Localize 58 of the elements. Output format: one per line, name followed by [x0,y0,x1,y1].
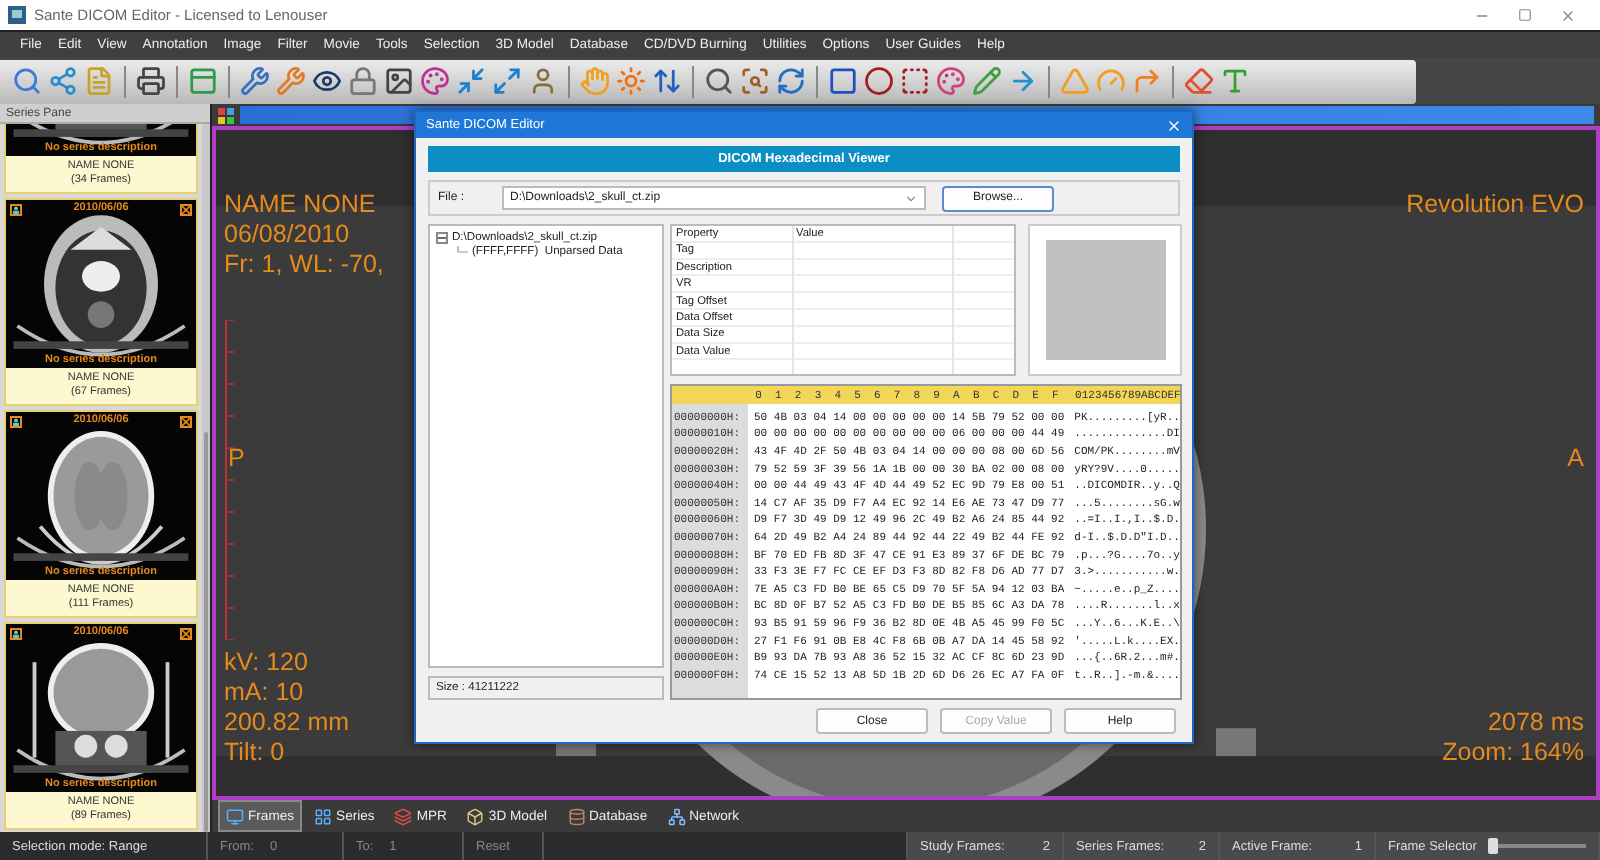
image-icon[interactable] [384,66,414,96]
printer-icon[interactable] [136,66,166,96]
sun-icon[interactable] [616,66,646,96]
text-icon[interactable] [1220,66,1250,96]
up-down-arrow-icon[interactable] [652,66,682,96]
overlay-text: kV: 120 [224,648,310,678]
shrink-icon[interactable] [456,66,486,96]
overlay-text: 06/08/2010 [224,220,352,250]
database-icon [567,807,586,825]
share-icon[interactable] [48,66,78,96]
person-icon[interactable] [10,416,22,428]
orientation-label: A [1567,444,1584,474]
head-icon[interactable] [528,66,558,96]
cube-icon [466,807,485,825]
chevron-down-icon [904,191,918,205]
maximize-icon[interactable] [1518,7,1532,21]
overlay-text: 2078 ms [1486,708,1584,738]
window-icon[interactable] [188,66,218,96]
pencil-icon[interactable] [972,66,1002,96]
expand-icon[interactable] [492,66,522,96]
wrench-icon[interactable] [240,66,270,96]
close-icon[interactable] [180,416,192,428]
orientation-label: P [228,444,245,474]
arrow-icon[interactable] [1008,66,1038,96]
overlay-text: Tilt: 0 [224,738,287,768]
magnifier-icon[interactable] [704,66,734,96]
grid-icon [314,807,333,825]
preview-placeholder [1045,240,1166,360]
monitor-icon [226,807,244,825]
scan-icon[interactable] [740,66,770,96]
tree-toggle[interactable] [436,232,448,244]
eye-icon[interactable] [312,66,342,96]
person-icon[interactable] [10,204,22,216]
lock-icon[interactable] [348,66,378,96]
overlay-text: mA: 10 [224,678,306,708]
person-icon[interactable] [10,628,22,640]
layers-icon [394,807,413,825]
layout-icon[interactable] [218,107,234,123]
rotate-icon[interactable] [776,66,806,96]
overlay-text: 200.82 mm [224,708,350,738]
close-icon[interactable] [1560,7,1576,23]
close-icon[interactable] [180,628,192,640]
search-icon[interactable] [12,66,42,96]
close-icon[interactable] [180,204,192,216]
overlay-text: Zoom: 164% [1442,738,1584,768]
tree-line [456,246,468,258]
document-icon[interactable] [84,66,114,96]
overlay-text: Revolution EVO [1406,190,1584,220]
palette-icon[interactable] [420,66,450,96]
eraser-icon[interactable] [1184,66,1214,96]
circle-icon[interactable] [864,66,894,96]
dashed-square-icon[interactable] [900,66,930,96]
app-icon [8,6,26,24]
rectangle-icon[interactable] [828,66,858,96]
overlay-text: NAME NONE [224,190,378,220]
scrollbar[interactable] [202,124,210,832]
network-icon [667,807,686,825]
overlay-text: Fr: 1, WL: -70, [224,250,384,280]
